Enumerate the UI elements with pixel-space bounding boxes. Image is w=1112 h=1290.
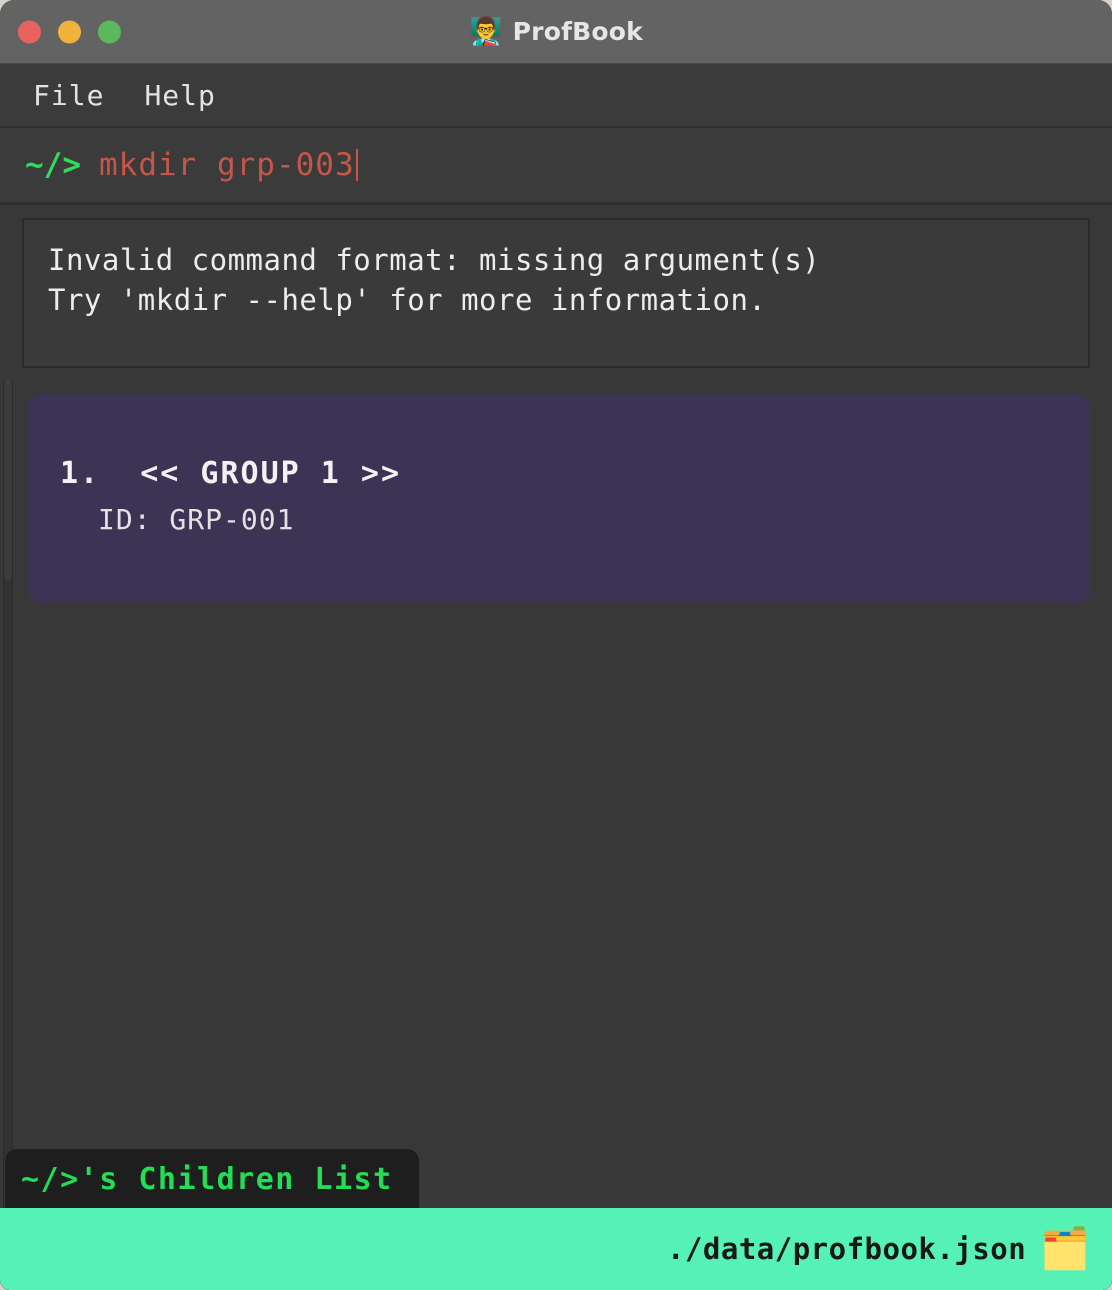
menu-item-help[interactable]: Help	[144, 79, 215, 112]
command-input[interactable]: mkdir grp-003	[99, 147, 358, 183]
status-bar: ./data/profbook.json 🗂️	[0, 1208, 1112, 1290]
bottom-bar: ~/>'s Children List ./data/profbook.json…	[0, 1149, 1112, 1290]
traffic-light-group	[18, 20, 121, 43]
list-item[interactable]: 1. << GROUP 1 >> ID: GRP-001	[28, 394, 1090, 604]
text-cursor	[355, 149, 358, 181]
menu-item-file[interactable]: File	[33, 79, 104, 112]
main-content: Invalid command format: missing argument…	[0, 205, 1112, 1290]
maximize-window-button[interactable]	[98, 20, 121, 43]
close-window-button[interactable]	[18, 20, 41, 43]
tab-row: ~/>'s Children List	[0, 1149, 1112, 1208]
prompt-label: ~/>	[25, 147, 81, 183]
scrollbar-thumb[interactable]	[4, 380, 12, 580]
group-id: ID: GRP-001	[98, 503, 295, 536]
app-window: 👨‍🏫 ProfBook File Help ~/> mkdir grp-003…	[0, 0, 1112, 1290]
command-input-row[interactable]: ~/> mkdir grp-003	[0, 128, 1112, 205]
teacher-icon: 👨‍🏫	[469, 16, 503, 47]
menu-bar: File Help	[0, 64, 1112, 128]
window-title: ProfBook	[512, 17, 643, 46]
card-index-dividers-icon: 🗂️	[1040, 1226, 1090, 1272]
tab-children-list[interactable]: ~/>'s Children List	[5, 1149, 419, 1208]
group-index: 1.	[60, 456, 101, 491]
group-name: << GROUP 1 >>	[140, 456, 402, 491]
minimize-window-button[interactable]	[58, 20, 81, 43]
result-panel-wrapper: Invalid command format: missing argument…	[0, 205, 1112, 380]
command-input-value: mkdir grp-003	[99, 147, 355, 183]
result-line: Try 'mkdir --help' for more information.	[48, 283, 767, 317]
result-line: Invalid command format: missing argument…	[48, 243, 821, 277]
status-file-path: ./data/profbook.json	[666, 1232, 1027, 1266]
result-panel: Invalid command format: missing argument…	[22, 218, 1090, 368]
tab-children-list-label: ~/>'s Children List	[21, 1162, 393, 1197]
title-bar: 👨‍🏫 ProfBook	[0, 0, 1112, 64]
window-title-group: 👨‍🏫 ProfBook	[0, 17, 1112, 46]
group-title: 1. << GROUP 1 >>	[60, 456, 1058, 491]
